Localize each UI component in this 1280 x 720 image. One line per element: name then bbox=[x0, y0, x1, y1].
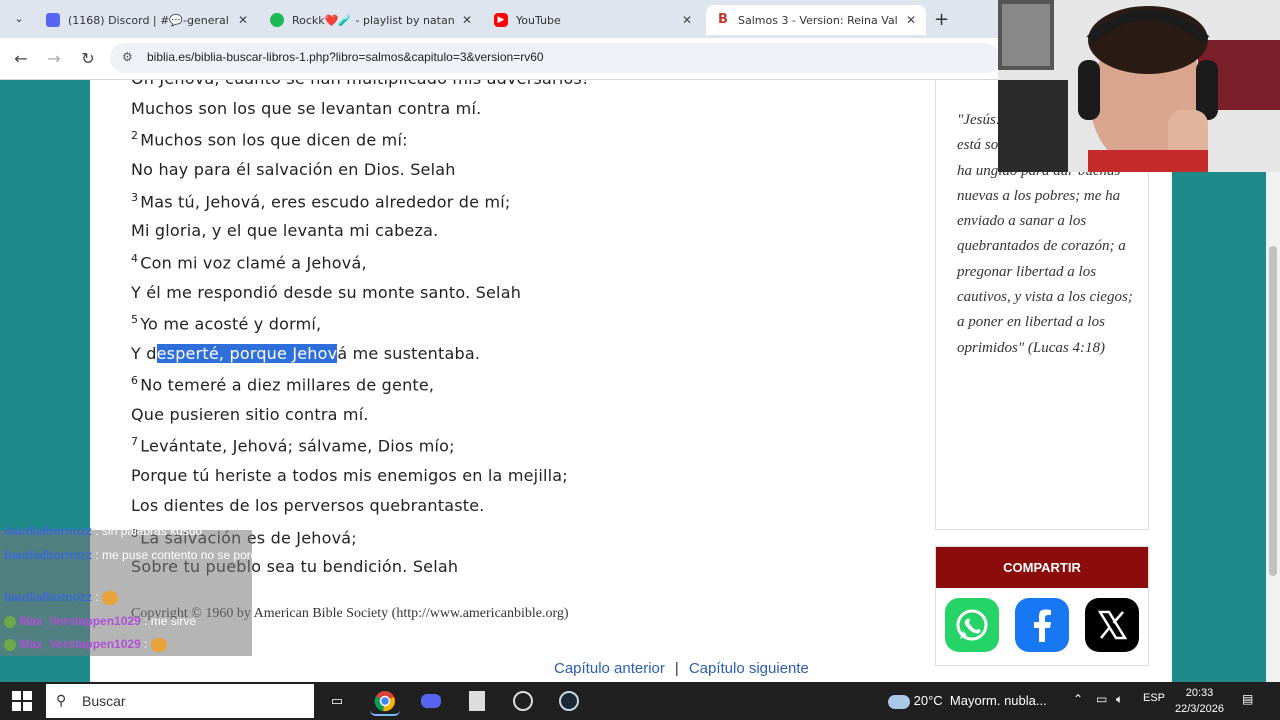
badge-icon bbox=[4, 638, 16, 651]
close-icon[interactable]: ✕ bbox=[238, 13, 248, 27]
verse-line: Mi gloria, y el que levanta mi cabeza. bbox=[131, 221, 439, 240]
verse-number: 5 bbox=[131, 313, 139, 326]
verse-line: 4 Con mi voz clamé a Jehová, bbox=[131, 252, 367, 273]
weather-cloud-icon bbox=[888, 694, 910, 709]
windows-start-icon[interactable] bbox=[12, 691, 32, 711]
epic-games-icon[interactable] bbox=[462, 686, 492, 716]
verse-line: 5 Yo me acosté y dormí, bbox=[131, 313, 322, 334]
verse-line: Los dientes de los perversos quebrantast… bbox=[131, 496, 485, 515]
share-box: COMPARTIR bbox=[935, 546, 1149, 666]
nav-separator: | bbox=[674, 660, 679, 677]
verse-line: Muchos son los que se levantan contra mí… bbox=[131, 99, 482, 118]
url-text: biblia.es/biblia-buscar-libros-1.php?lib… bbox=[147, 50, 544, 64]
x-icon bbox=[1085, 598, 1139, 652]
taskbar-clock[interactable]: 20:33 22/3/2026 bbox=[1175, 685, 1224, 717]
verse-line: Oh Jehová, cuánto se han multiplicado mi… bbox=[131, 80, 589, 88]
tab-label: Salmos 3 - Version: Reina Valera bbox=[738, 13, 898, 27]
notifications-icon[interactable]: ▤ bbox=[1242, 692, 1253, 706]
emote-icon bbox=[102, 590, 119, 605]
verse-number: 6 bbox=[131, 374, 139, 387]
verse-line: Porque tú heriste a todos mis enemigos e… bbox=[131, 466, 568, 485]
windows-taskbar: ⚲ Buscar ▭ 20°C Mayorm. nubla... ⌃ ▭ 🔈︎ … bbox=[0, 682, 1280, 720]
verse-line: 6 No temeré a diez millares de gente, bbox=[131, 374, 435, 395]
language-indicator[interactable]: ESP bbox=[1143, 692, 1165, 704]
volume-icon[interactable]: 🔈︎ bbox=[1116, 692, 1123, 707]
tab-label: (1168) Discord | #💬-general | bbox=[68, 13, 230, 27]
verse-line-selected[interactable]: Y desperté, porque Jehová me sustentaba. bbox=[131, 344, 480, 363]
stream-chat-overlay: bautiialbornozz : sin palabras kusuo bau… bbox=[0, 524, 271, 656]
tab-biblia[interactable]: B Salmos 3 - Version: Reina Valera ✕ bbox=[706, 5, 926, 35]
site-info-icon[interactable]: ⚙ bbox=[122, 50, 133, 64]
new-tab-button[interactable]: + bbox=[934, 9, 949, 30]
steam-icon[interactable] bbox=[554, 686, 584, 716]
prev-chapter-link[interactable]: Capítulo anterior bbox=[554, 660, 665, 677]
verse-line: Que pusieren sitio contra mí. bbox=[131, 405, 369, 424]
close-icon[interactable]: ✕ bbox=[906, 13, 916, 27]
chat-message: bautiialbornozz : sin palabras kusuo bbox=[4, 524, 203, 538]
youtube-icon: ▶ bbox=[494, 13, 508, 27]
task-view-icon[interactable]: ▭ bbox=[322, 686, 352, 716]
network-icon[interactable]: ▭ bbox=[1096, 692, 1107, 706]
tab-discord[interactable]: (1168) Discord | #💬-general | ✕ bbox=[36, 5, 258, 35]
facebook-icon bbox=[1015, 598, 1069, 652]
tab-label: YouTube bbox=[516, 13, 561, 27]
verse-number: 3 bbox=[131, 191, 139, 204]
badge-icon bbox=[4, 615, 16, 628]
weather-widget[interactable]: 20°C Mayorm. nubla... bbox=[888, 693, 1047, 709]
search-icon: ⚲ bbox=[56, 692, 67, 708]
verse-line: No hay para él salvación en Dios. Selah bbox=[131, 160, 456, 179]
tab-spotify[interactable]: Rockk❤️🧪 - playlist by natanr ✕ bbox=[260, 5, 482, 35]
tab-youtube[interactable]: ▶ YouTube ✕ bbox=[484, 5, 702, 35]
scrollbar-thumb[interactable] bbox=[1269, 246, 1277, 576]
verse-number: 4 bbox=[131, 252, 139, 265]
text-selection: esperté, porque Jehov bbox=[156, 344, 338, 363]
discord-taskbar-icon[interactable] bbox=[416, 686, 446, 716]
close-icon[interactable]: ✕ bbox=[682, 13, 692, 27]
forward-button[interactable]: → bbox=[43, 48, 65, 70]
whatsapp-icon bbox=[945, 598, 999, 652]
webcam-overlay bbox=[998, 0, 1280, 172]
facebook-share-button[interactable] bbox=[1015, 598, 1069, 652]
chapter-navigation: Capítulo anterior | Capítulo siguiente bbox=[554, 660, 809, 677]
close-icon[interactable]: ✕ bbox=[462, 13, 472, 27]
page-scrollbar[interactable] bbox=[1266, 170, 1280, 682]
verse-line: 2 Muchos son los que dicen de mí: bbox=[131, 129, 408, 150]
verse-number: 2 bbox=[131, 129, 139, 142]
tab-label: Rockk❤️🧪 - playlist by natanr bbox=[292, 13, 454, 27]
verse-line: 7 Levántate, Jehová; sálvame, Dios mío; bbox=[131, 435, 455, 456]
share-title: COMPARTIR bbox=[936, 547, 1148, 588]
chat-message: Max_Verstappen1029 : bbox=[4, 637, 167, 652]
chat-message: bautiialbornozz : me puse contento no se… bbox=[4, 548, 271, 562]
biblia-icon: B bbox=[716, 13, 730, 27]
chat-message: Max_Verstappen1029 : me sirve bbox=[4, 614, 196, 628]
chrome-taskbar-icon[interactable] bbox=[370, 686, 400, 716]
verse-line: Y él me respondió desde su monte santo. … bbox=[131, 283, 522, 302]
next-chapter-link[interactable]: Capítulo siguiente bbox=[689, 660, 809, 677]
address-bar[interactable]: ⚙ biblia.es/biblia-buscar-libros-1.php?l… bbox=[110, 43, 1000, 73]
verse-number: 7 bbox=[131, 435, 139, 448]
spotify-icon bbox=[270, 13, 284, 27]
x-share-button[interactable] bbox=[1085, 598, 1139, 652]
reload-button[interactable]: ↻ bbox=[77, 48, 99, 70]
chevron-up-icon[interactable]: ⌃ bbox=[1073, 692, 1083, 706]
whatsapp-share-button[interactable] bbox=[945, 598, 999, 652]
tab-search-button[interactable]: ⌄ bbox=[8, 9, 30, 29]
emote-icon bbox=[150, 637, 167, 652]
back-button[interactable]: ← bbox=[10, 48, 32, 70]
webcam-feed-image bbox=[998, 0, 1280, 172]
taskbar-search-input[interactable]: ⚲ Buscar bbox=[46, 684, 314, 718]
discord-icon bbox=[46, 13, 60, 27]
chat-message: bautiialbornozz : bbox=[4, 590, 119, 605]
verse-line: 3 Mas tú, Jehová, eres escudo alrededor d… bbox=[131, 191, 511, 212]
chrome-icon bbox=[374, 691, 395, 712]
obs-icon[interactable] bbox=[508, 686, 538, 716]
